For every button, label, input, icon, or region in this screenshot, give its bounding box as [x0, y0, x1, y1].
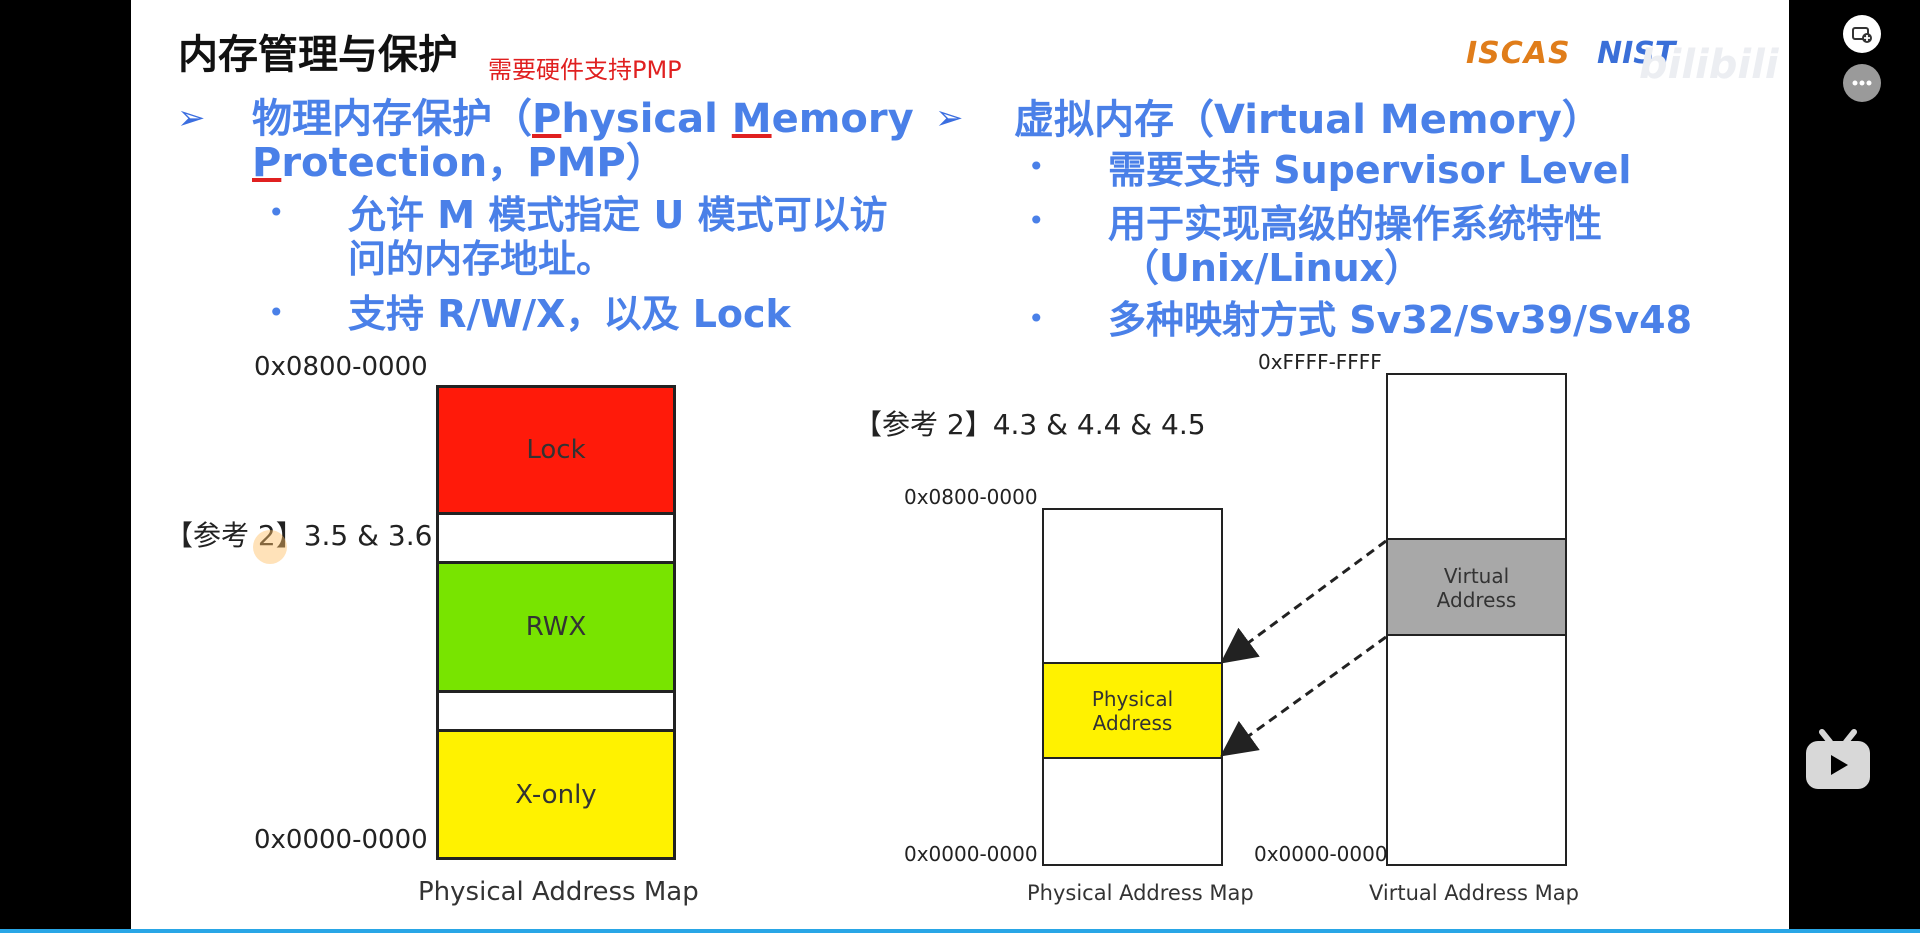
- more-icon[interactable]: [1843, 64, 1881, 102]
- bilibili-tv-icon[interactable]: [1804, 728, 1872, 792]
- slide: 内存管理与保护 需要硬件支持PMP ISCAS NIST bilibili ➢ …: [131, 0, 1789, 930]
- map-arrow: [1220, 539, 1387, 664]
- virt-map-caption: Virtual Address Map: [1369, 881, 1579, 905]
- tv-add-icon[interactable]: [1843, 15, 1881, 53]
- map-arrow: [1220, 635, 1387, 757]
- mapping-arrows: [1220, 539, 1387, 757]
- progress-bar[interactable]: [0, 929, 1920, 933]
- phys-map-caption: Physical Address Map: [1027, 881, 1254, 905]
